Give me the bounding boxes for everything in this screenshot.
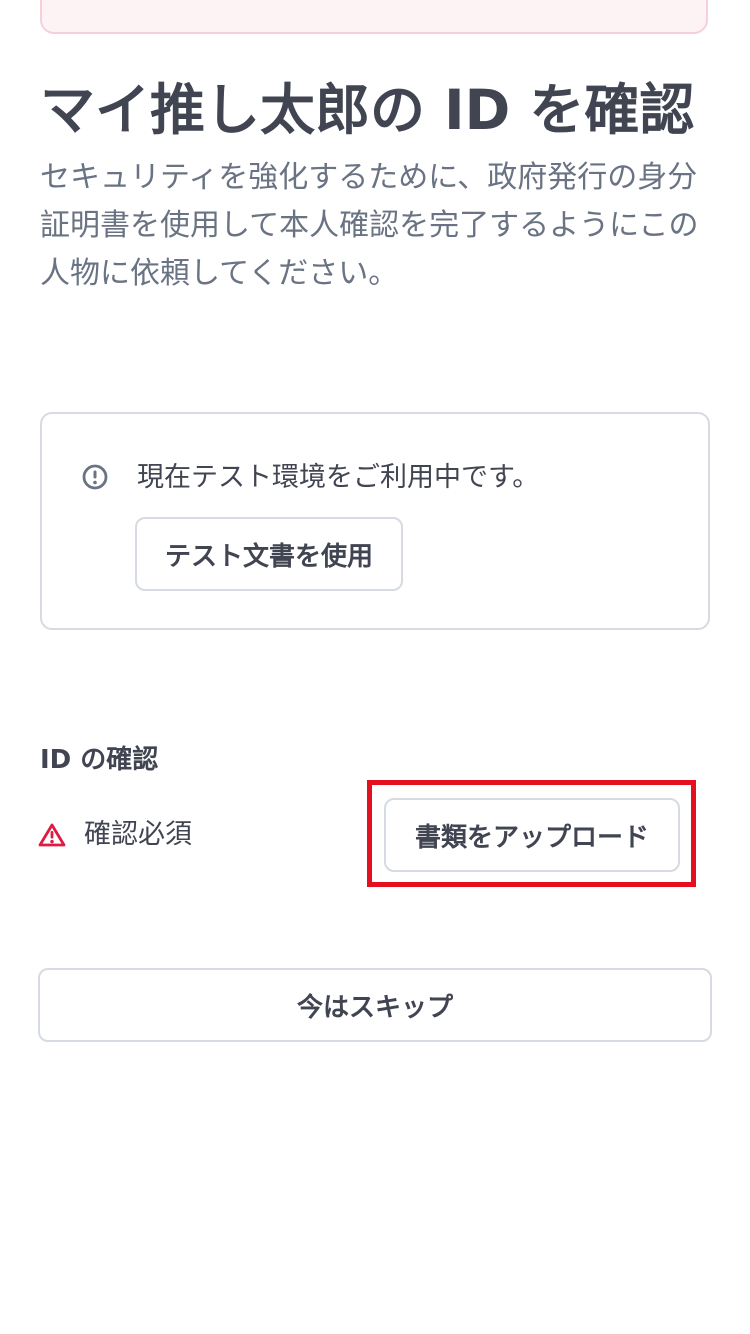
id-verification-heading: ID の確認: [40, 745, 159, 775]
info-circle-icon: [82, 464, 108, 490]
test-mode-text: 現在テスト環境をご利用中です。: [137, 462, 540, 493]
test-mode-notice: 現在テスト環境をご利用中です。 テスト文書を使用: [40, 412, 710, 630]
page-description: セキュリティを強化するために、政府発行の身分証明書を使用して本人確認を完了するよ…: [40, 160, 699, 291]
verification-status: 確認必須: [84, 819, 192, 850]
page: マイ推し太郎の ID を確認 セキュリティを強化するために、政府発行の身分証明書…: [0, 0, 750, 1334]
warning-triangle-icon: [38, 822, 66, 848]
skip-button[interactable]: 今はスキップ: [38, 968, 712, 1042]
upload-document-button[interactable]: 書類をアップロード: [384, 798, 680, 872]
top-banner: [40, 0, 708, 34]
use-test-document-button[interactable]: テスト文書を使用: [135, 517, 403, 591]
page-title: マイ推し太郎の ID を確認: [40, 78, 695, 142]
